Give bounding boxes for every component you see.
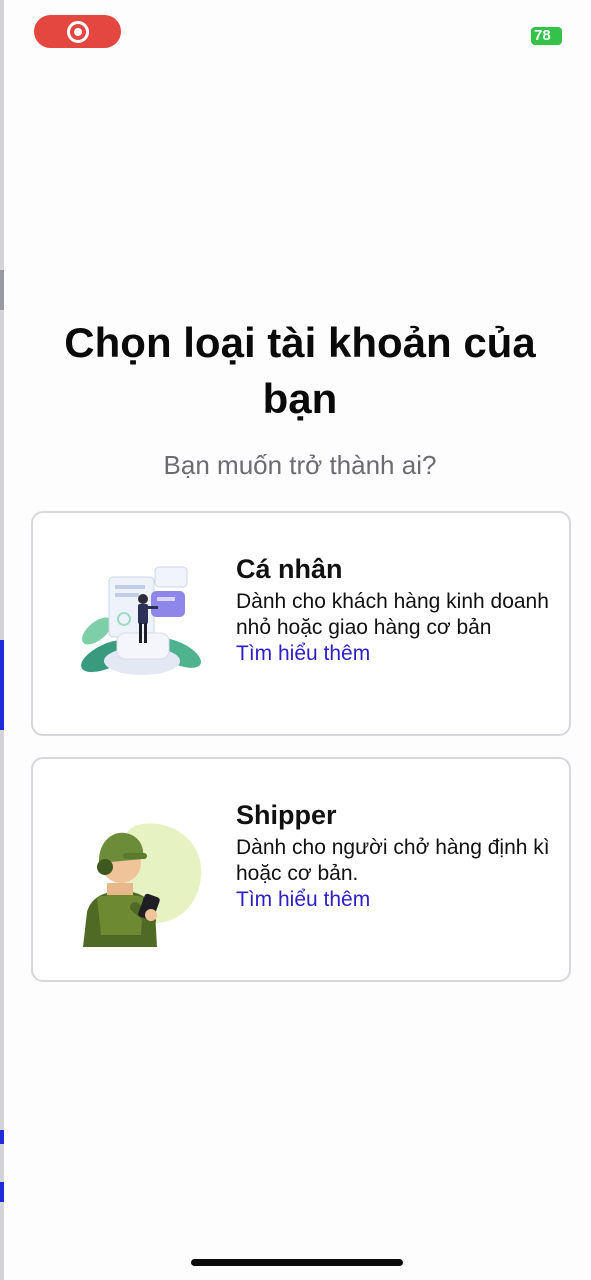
account-type-card-shipper[interactable]: Shipper Dành cho người chở hàng định kì … [31, 757, 571, 982]
card-description: Dành cho khách hàng kinh doanh nhỏ hoặc … [236, 590, 549, 639]
edge-fragment-blue [0, 640, 4, 730]
page-title: Chọn loại tài khoản của bạn [64, 319, 536, 422]
card-content: Shipper Dành cho người chở hàng định kì … [236, 797, 556, 913]
screen-recording-indicator[interactable] [34, 15, 121, 48]
card-title: Shipper [236, 800, 337, 830]
account-type-card-personal[interactable]: Cá nhân Dành cho khách hàng kinh doanh n… [31, 511, 571, 736]
battery-level: 78 [534, 27, 551, 44]
battery-indicator: 78 [531, 27, 562, 45]
record-icon [66, 20, 89, 43]
business-person-illustration [77, 561, 207, 691]
edge-fragment-blue [0, 1130, 4, 1144]
card-description: Dành cho người chở hàng định kì hoặc cơ … [236, 836, 550, 885]
learn-more-link[interactable]: Tìm hiểu thêm [236, 641, 556, 667]
card-title: Cá nhân [236, 554, 343, 584]
edge-fragment-blue [0, 1182, 4, 1202]
learn-more-link[interactable]: Tìm hiểu thêm [236, 887, 556, 913]
shipper-illustration [77, 817, 207, 957]
edge-fragment [0, 270, 4, 310]
page-subtitle: Bạn muốn trở thành ai? [163, 450, 437, 480]
home-indicator[interactable] [191, 1259, 403, 1266]
card-content: Cá nhân Dành cho khách hàng kinh doanh n… [236, 551, 556, 667]
